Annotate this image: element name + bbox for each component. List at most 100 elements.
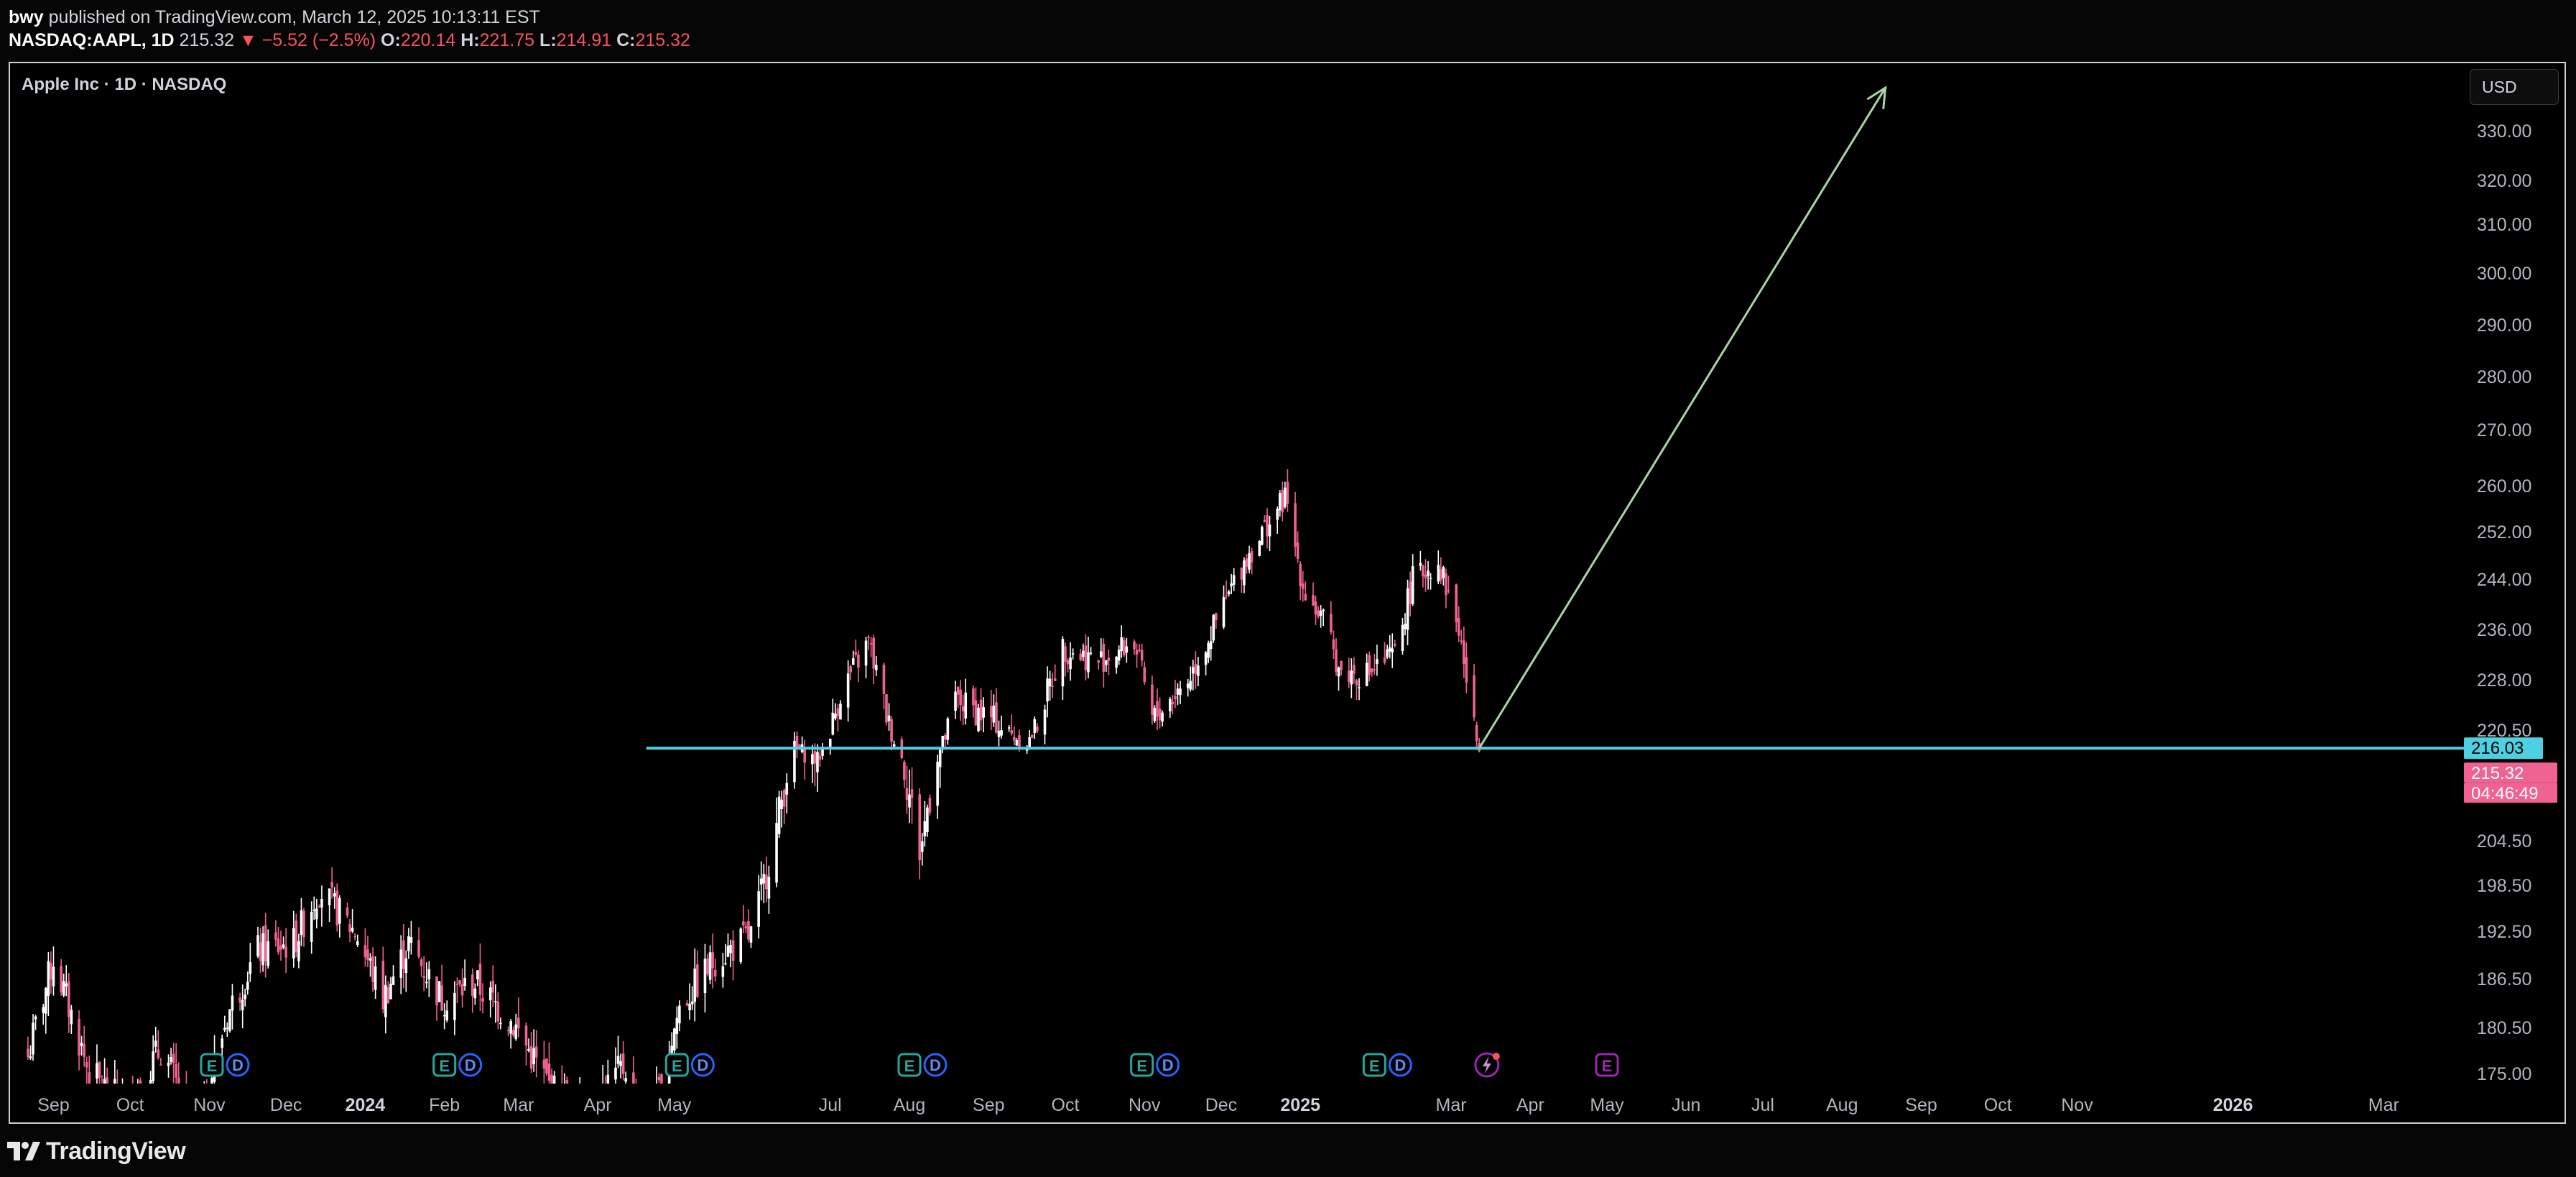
candle-2024-10-24 [1122, 637, 1126, 657]
candle-2025-02-04 [1386, 645, 1389, 659]
candle-2024-09-05 [997, 720, 1001, 747]
candle-2024-09-23 [1043, 704, 1047, 745]
candle-2023-09-01 [52, 946, 55, 996]
candle-2024-07-19 [874, 655, 878, 676]
candle-2024-12-04 [1227, 589, 1231, 597]
candle-2024-09-04 [995, 688, 998, 734]
candle-2025-01-15 [1335, 637, 1338, 676]
candle-2024-06-13 [782, 788, 786, 825]
candle-2024-04-10 [619, 1053, 622, 1079]
candle-2025-02-17 [1419, 550, 1422, 571]
candle-2024-03-19 [564, 1073, 565, 1084]
candle-2023-10-11 [154, 1026, 157, 1053]
x-tick-label-22: Sep [1905, 1095, 1937, 1115]
candle-2025-01-03 [1304, 581, 1307, 601]
candle-2024-06-27 [818, 749, 822, 767]
candle-2024-08-12 [936, 754, 939, 819]
candle-2024-09-06 [1000, 715, 1003, 739]
candle-2024-10-28 [1133, 639, 1136, 655]
candle-2024-01-30 [437, 981, 441, 1002]
earnings-badge-letter-1: E [439, 1057, 450, 1075]
price-chart[interactable]: 330.00 320.00 310.00 300.00 290.00 280.00 270.… [0, 0, 2576, 1177]
candle-2024-09-09 [1007, 725, 1011, 732]
dividend-badge-letter-3: D [930, 1056, 941, 1074]
candle-2023-08-22 [27, 1036, 29, 1060]
candle-2023-11-08 [226, 1022, 229, 1038]
candle-2024-12-13 [1250, 548, 1254, 575]
candle-2024-12-06 [1232, 568, 1236, 591]
dividend-badge-letter-5: D [1394, 1056, 1406, 1074]
x-tick-label-10: Aug [894, 1095, 925, 1115]
candle-2024-09-25 [1048, 670, 1052, 701]
candle-2024-10-25 [1125, 638, 1129, 663]
candle-2023-11-28 [277, 927, 280, 955]
tradingview-footer[interactable]: TradingView [7, 1135, 186, 1167]
candle-2024-02-13 [473, 983, 477, 1005]
candle-2024-01-25 [425, 962, 428, 989]
candle-2025-01-22 [1353, 657, 1356, 684]
candle-2024-03-08 [534, 1030, 538, 1078]
candle-2024-05-08 [690, 986, 694, 1010]
candle-2024-02-20 [491, 965, 495, 1007]
earnings-badge-letter-0: E [207, 1057, 218, 1075]
candle-2024-12-16 [1258, 540, 1261, 557]
candle-2024-05-15 [708, 945, 712, 984]
candle-2024-10-03 [1069, 642, 1072, 681]
candle-2025-03-03 [1455, 583, 1458, 632]
candle-2024-09-03 [992, 694, 996, 727]
candle-2025-03-07 [1465, 642, 1468, 693]
candle-2024-11-06 [1156, 688, 1159, 731]
candle-2024-07-31 [905, 765, 909, 814]
candle-2024-04-16 [635, 1078, 637, 1084]
candle-2024-10-10 [1087, 637, 1090, 679]
candle-2023-09-08 [70, 1005, 73, 1034]
candle-2025-01-13 [1330, 601, 1333, 635]
candle-2025-01-14 [1332, 630, 1335, 660]
candle-2024-01-04 [371, 947, 374, 992]
candle-2024-02-22 [496, 992, 500, 1030]
candle-2024-12-31 [1296, 531, 1299, 563]
candle-2024-06-07 [767, 865, 771, 914]
candle-2024-11-22 [1197, 657, 1200, 687]
candle-2024-03-06 [529, 1031, 533, 1074]
candle-2024-02-07 [458, 979, 461, 987]
y-tick-label-3: 300.00 [2477, 264, 2531, 284]
candle-2024-10-21 [1115, 655, 1118, 674]
candle-2023-10-19 [175, 1043, 177, 1084]
candle-2024-08-28 [977, 703, 980, 733]
candle-2025-01-31 [1376, 645, 1379, 676]
candle-2024-09-20 [1036, 723, 1039, 734]
candle-2024-03-11 [542, 1040, 546, 1084]
candle-2025-01-28 [1368, 651, 1371, 682]
candle-2024-05-07 [688, 983, 691, 1020]
candle-2025-01-23 [1355, 678, 1358, 701]
x-tick-label-21: Aug [1826, 1095, 1858, 1115]
candle-2025-02-10 [1401, 617, 1404, 655]
candle-2024-04-25 [657, 1073, 661, 1084]
candle-2023-09-13 [83, 1025, 85, 1067]
candle-2024-10-02 [1066, 657, 1070, 673]
candle-2024-10-09 [1084, 634, 1088, 680]
candle-2023-10-16 [167, 1054, 170, 1078]
candle-2023-12-05 [295, 913, 298, 958]
candle-2024-12-11 [1245, 554, 1248, 574]
candle-2024-12-23 [1276, 506, 1279, 534]
candle-2024-08-23 [964, 678, 968, 725]
candle-2023-11-06 [221, 1034, 224, 1056]
candle-2024-12-09 [1240, 567, 1243, 594]
candle-2024-08-13 [938, 747, 942, 788]
candle-2024-07-02 [831, 698, 835, 736]
candle-2024-05-23 [729, 939, 732, 968]
candle-2024-10-04 [1071, 648, 1075, 660]
candle-2024-11-19 [1189, 666, 1192, 692]
candle-2024-01-16 [402, 924, 405, 989]
candle-2024-07-16 [867, 634, 870, 650]
candle-2025-02-25 [1440, 557, 1442, 584]
candle-2023-10-05 [139, 1077, 142, 1084]
candle-2024-05-29 [744, 921, 748, 933]
candle-2023-12-04 [292, 910, 295, 968]
candle-2024-07-25 [890, 716, 893, 751]
candle-2024-11-08 [1161, 710, 1164, 727]
x-tick-label-23: Oct [1984, 1095, 2012, 1115]
candle-2024-12-24 [1278, 490, 1282, 517]
